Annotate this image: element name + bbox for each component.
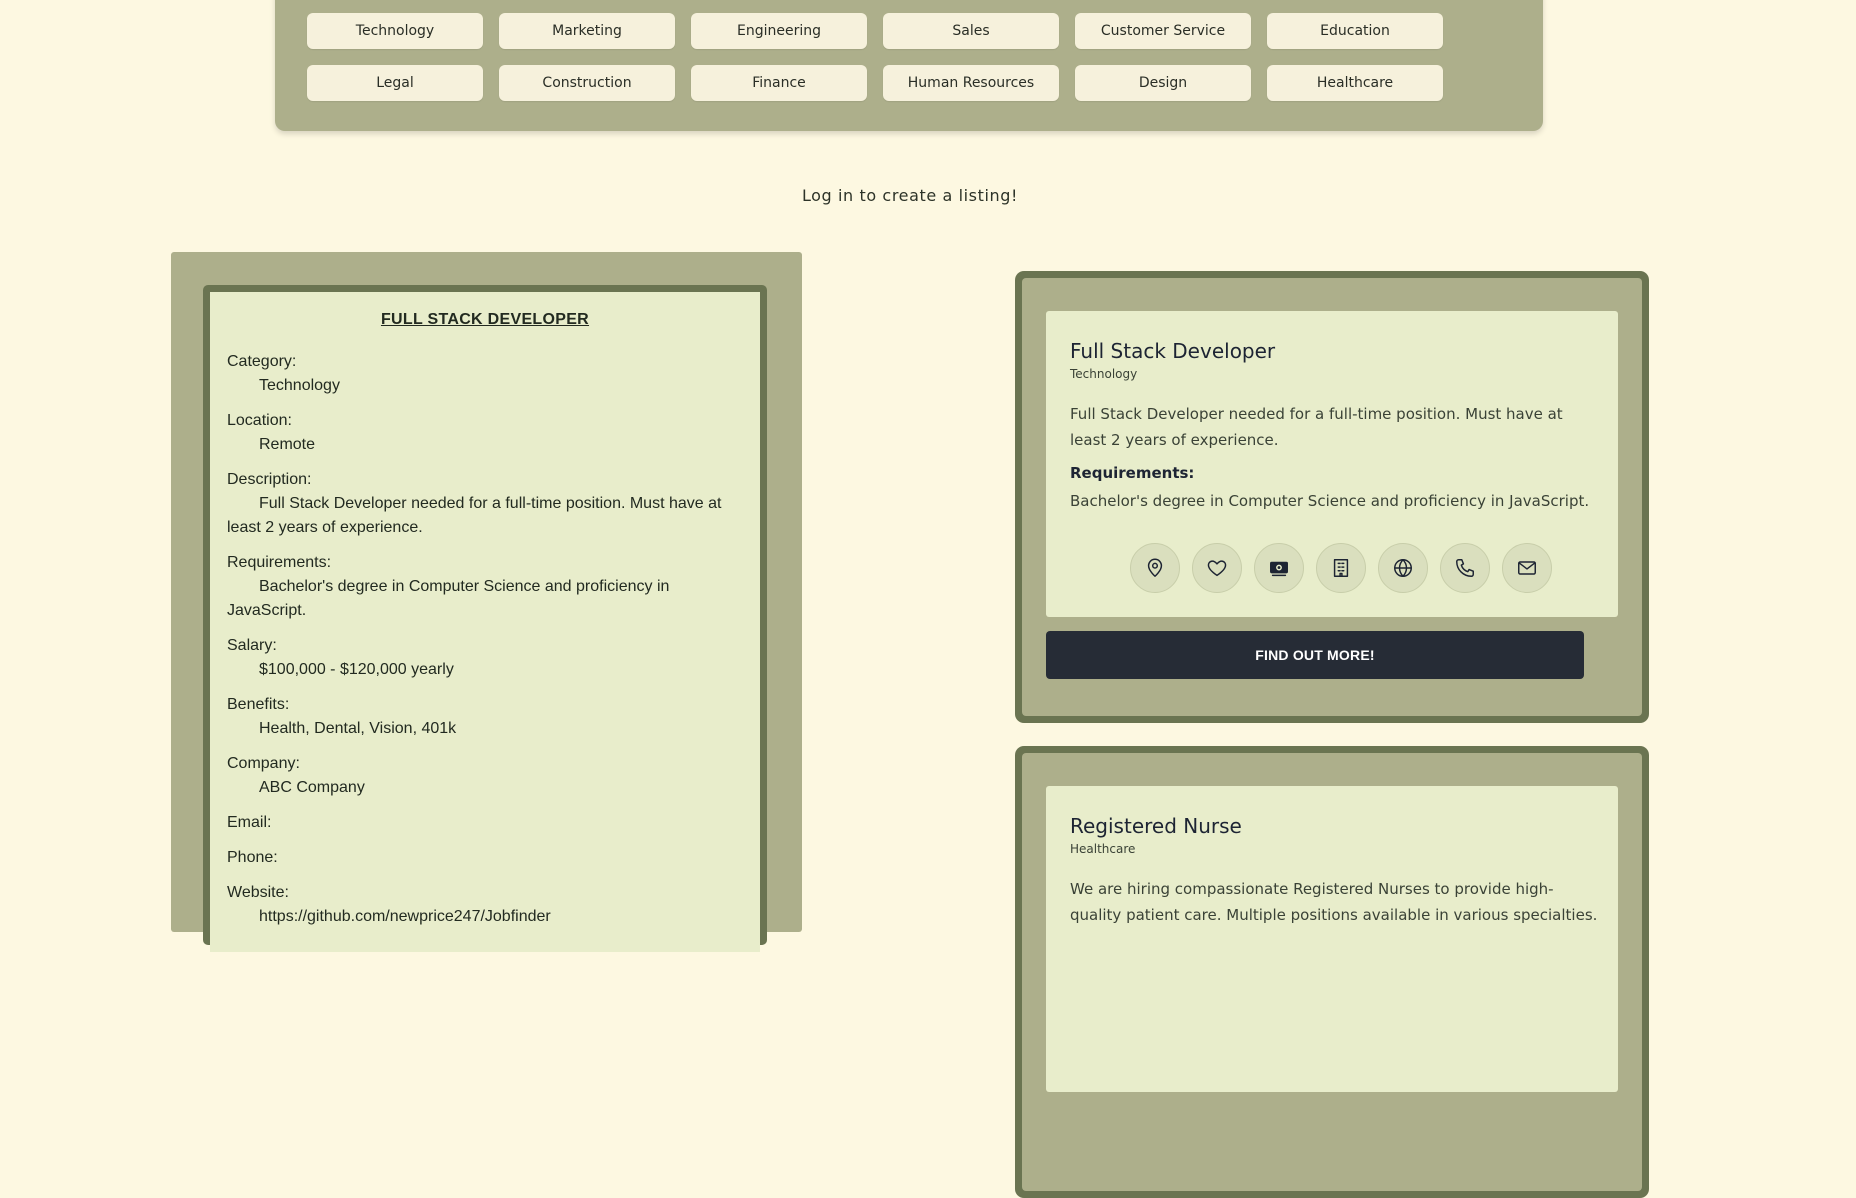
listing-title: Registered Nurse bbox=[1070, 814, 1242, 838]
listing-card-body: Full Stack Developer Technology Full Sta… bbox=[1022, 278, 1642, 716]
job-detail-frame: FULL STACK DEVELOPER Category: Technolog… bbox=[203, 285, 767, 952]
listing-card-content: Full Stack Developer Technology Full Sta… bbox=[1046, 311, 1618, 617]
listing-category: Technology bbox=[1070, 367, 1138, 381]
category-button-education[interactable]: Education bbox=[1267, 13, 1443, 49]
field-value: Health, Dental, Vision, 401k bbox=[259, 720, 457, 737]
category-grid: Technology Marketing Engineering Sales C… bbox=[307, 13, 1443, 101]
listing-action-icons bbox=[1130, 543, 1552, 593]
category-button-engineering[interactable]: Engineering bbox=[691, 13, 867, 49]
listing-card: Full Stack Developer Technology Full Sta… bbox=[1015, 271, 1649, 723]
job-detail-fields: Category: Technology Location: Remote De… bbox=[227, 350, 747, 940]
detail-field-salary: Salary: $100,000 - $120,000 yearly bbox=[227, 634, 747, 682]
field-label: Category: bbox=[227, 353, 297, 370]
category-button-finance[interactable]: Finance bbox=[691, 65, 867, 101]
field-label: Email: bbox=[227, 814, 272, 831]
job-detail-content: FULL STACK DEVELOPER Category: Technolog… bbox=[210, 292, 760, 952]
field-label: Location: bbox=[227, 412, 292, 429]
field-value: Remote bbox=[259, 436, 316, 453]
login-prompt: Log in to create a listing! bbox=[801, 186, 1019, 205]
category-button-legal[interactable]: Legal bbox=[307, 65, 483, 101]
location-icon[interactable] bbox=[1130, 543, 1180, 593]
detail-field-phone: Phone: bbox=[227, 846, 747, 870]
detail-field-benefits: Benefits: Health, Dental, Vision, 401k bbox=[227, 693, 747, 741]
field-label: Benefits: bbox=[227, 696, 290, 713]
category-button-technology[interactable]: Technology bbox=[307, 13, 483, 49]
detail-field-email: Email: bbox=[227, 811, 747, 835]
find-out-more-button[interactable]: FIND OUT MORE! bbox=[1046, 631, 1584, 679]
category-button-human-resources[interactable]: Human Resources bbox=[883, 65, 1059, 101]
field-label: Website: bbox=[227, 884, 289, 901]
field-label: Company: bbox=[227, 755, 300, 772]
field-value: Full Stack Developer needed for a full-t… bbox=[227, 495, 722, 536]
listing-title: Full Stack Developer bbox=[1070, 339, 1276, 363]
detail-field-category: Category: Technology bbox=[227, 350, 747, 398]
category-button-construction[interactable]: Construction bbox=[499, 65, 675, 101]
listing-description: Full Stack Developer needed for a full-t… bbox=[1070, 405, 1563, 449]
category-button-sales[interactable]: Sales bbox=[883, 13, 1059, 49]
listing-card-body: Registered Nurse Healthcare We are hirin… bbox=[1022, 753, 1642, 1191]
field-value: Technology bbox=[259, 377, 340, 394]
money-icon[interactable] bbox=[1254, 543, 1304, 593]
heart-icon[interactable] bbox=[1192, 543, 1242, 593]
job-detail-panel: FULL STACK DEVELOPER Category: Technolog… bbox=[171, 252, 802, 952]
category-button-healthcare[interactable]: Healthcare bbox=[1267, 65, 1443, 101]
detail-field-description: Description: Full Stack Developer needed… bbox=[227, 468, 747, 540]
field-label: Description: bbox=[227, 471, 312, 488]
listing-requirements: Bachelor's degree in Computer Science an… bbox=[1070, 492, 1590, 510]
field-value: ABC Company bbox=[259, 779, 365, 796]
detail-field-company: Company: ABC Company bbox=[227, 752, 747, 800]
category-button-marketing[interactable]: Marketing bbox=[499, 13, 675, 49]
phone-icon[interactable] bbox=[1440, 543, 1490, 593]
field-label: Requirements: bbox=[227, 554, 332, 571]
field-label: Phone: bbox=[227, 849, 278, 866]
category-filter-panel: Technology Marketing Engineering Sales C… bbox=[275, 0, 1543, 131]
listing-card-content: Registered Nurse Healthcare We are hirin… bbox=[1046, 786, 1618, 1092]
detail-field-requirements: Requirements: Bachelor's degree in Compu… bbox=[227, 551, 747, 623]
field-value: Bachelor's degree in Computer Science an… bbox=[227, 578, 670, 619]
category-button-customer-service[interactable]: Customer Service bbox=[1075, 13, 1251, 49]
detail-field-website: Website: https://github.com/newprice247/… bbox=[227, 881, 747, 929]
website-link[interactable]: https://github.com/newprice247/Jobfinder bbox=[227, 905, 747, 929]
detail-field-location: Location: Remote bbox=[227, 409, 747, 457]
listing-category: Healthcare bbox=[1070, 842, 1136, 856]
job-detail-title: FULL STACK DEVELOPER bbox=[380, 311, 590, 328]
email-icon[interactable] bbox=[1502, 543, 1552, 593]
field-value: $100,000 - $120,000 yearly bbox=[259, 661, 454, 678]
listing-requirements-label: Requirements: bbox=[1070, 464, 1195, 482]
globe-icon[interactable] bbox=[1378, 543, 1428, 593]
building-icon[interactable] bbox=[1316, 543, 1366, 593]
listing-description: We are hiring compassionate Registered N… bbox=[1070, 880, 1598, 924]
listing-card: Registered Nurse Healthcare We are hirin… bbox=[1015, 746, 1649, 1198]
category-button-design[interactable]: Design bbox=[1075, 65, 1251, 101]
field-label: Salary: bbox=[227, 637, 277, 654]
